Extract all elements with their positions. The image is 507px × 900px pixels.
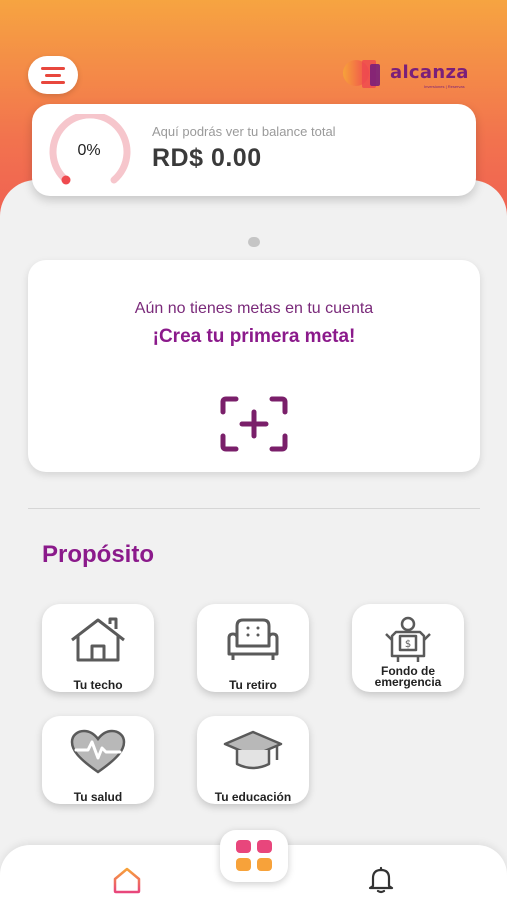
create-goal-text: ¡Crea tu primera meta! [152, 326, 356, 347]
logo-subtitle: Inversiones | Reservas [424, 84, 465, 89]
center-menu-button[interactable] [220, 830, 288, 882]
purpose-tile-label: Tu techo [73, 678, 123, 692]
nav-notifications-button[interactable] [366, 866, 396, 899]
bell-icon [368, 866, 394, 894]
purpose-tile-tu-educacion[interactable]: Tu educación [197, 716, 309, 804]
goals-card: Aún no tienes metas en tu cuenta ¡Crea t… [28, 260, 480, 472]
purpose-title: Propósito [42, 541, 154, 568]
emergency-fund-icon: $ [385, 616, 431, 662]
add-goal-icon [220, 396, 288, 452]
armchair-icon [227, 618, 279, 660]
heart-pulse-icon [70, 729, 126, 774]
purpose-tile-label: Fondo de emergencia [352, 665, 464, 689]
home-icon [113, 867, 141, 894]
logo-text: alcanza [390, 62, 469, 83]
hamburger-icon-bar [45, 73, 61, 77]
menu-button[interactable] [28, 56, 78, 94]
divider [28, 508, 480, 509]
alcanza-logo-mark [343, 60, 380, 88]
graduation-cap-icon [223, 730, 283, 770]
balance-percent: 0% [77, 142, 101, 159]
balance-card: 0% Aquí podrás ver tu balance total RD$ … [32, 104, 476, 196]
hamburger-icon [41, 66, 65, 70]
balance-gauge: 0% [44, 111, 134, 190]
balance-label: Aquí podrás ver tu balance total [152, 124, 336, 139]
house-icon [71, 617, 125, 662]
purpose-tile-fondo-de-emergencia[interactable]: $ Fondo de emergencia [352, 604, 464, 692]
alcanza-logo: alcanza Inversiones | Reservas [340, 58, 482, 92]
goals-empty-text: Aún no tienes metas en tu cuenta [134, 300, 374, 317]
purpose-tile-label-line2: emergencia [374, 675, 442, 689]
purpose-tile-tu-salud[interactable]: Tu salud [42, 716, 154, 804]
purpose-tile-label: Tu retiro [229, 678, 277, 692]
purpose-tile-tu-retiro[interactable]: Tu retiro [197, 604, 309, 692]
purpose-tile-label: Tu salud [73, 790, 123, 804]
purpose-tile-tu-techo[interactable]: Tu techo [42, 604, 154, 692]
add-goal-button[interactable] [218, 394, 290, 454]
hamburger-icon-bar [41, 80, 65, 84]
svg-text:$: $ [405, 639, 411, 650]
nav-home-button[interactable] [112, 866, 142, 899]
grid-icon [236, 840, 272, 871]
pager-dot [248, 237, 260, 247]
balance-value: RD$ 0.00 [152, 144, 262, 172]
purpose-tile-label: Tu educación [214, 790, 292, 804]
